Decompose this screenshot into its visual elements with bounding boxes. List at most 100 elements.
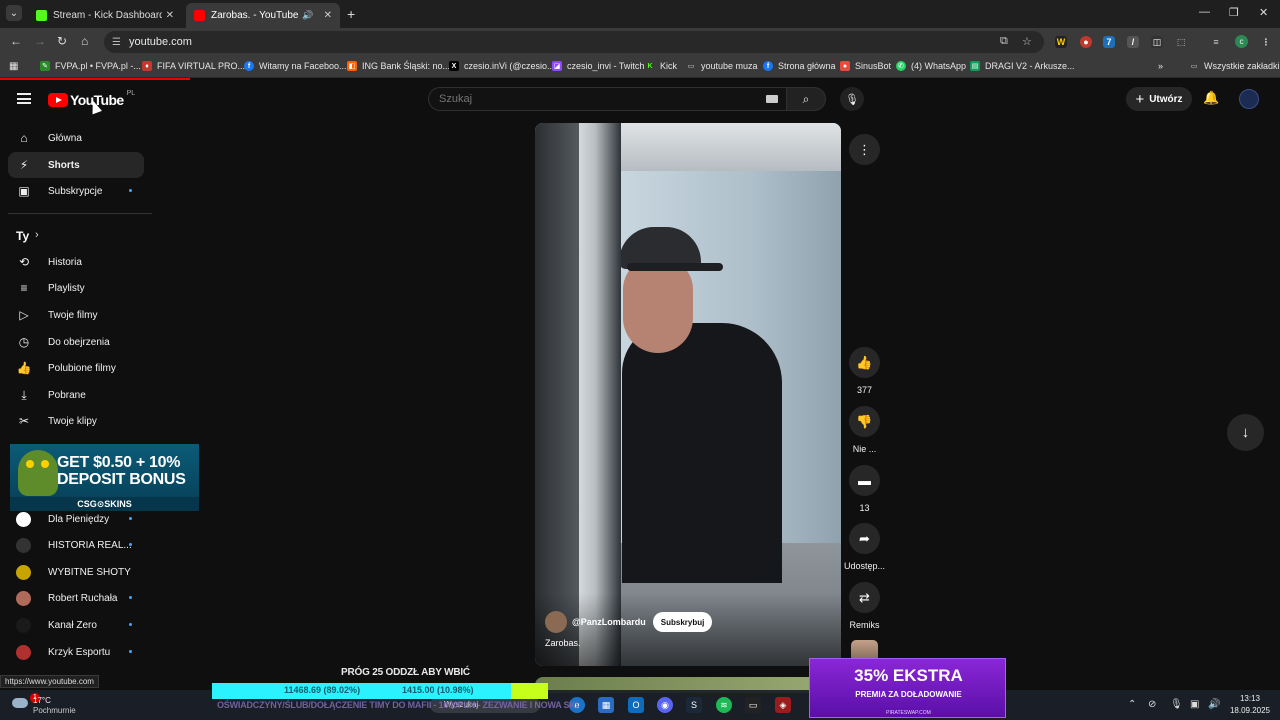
bookmark-ing[interactable]: ◧ ING Bank Śląski: no...: [347, 61, 450, 71]
steam-icon[interactable]: S: [686, 697, 702, 713]
close-tab-icon[interactable]: ✕: [166, 10, 174, 21]
discord-icon[interactable]: ◉: [657, 697, 673, 713]
close-tab-icon[interactable]: ✕: [324, 10, 332, 21]
more-bookmarks-chevron-icon[interactable]: »: [1158, 61, 1163, 71]
sidebar-item-home[interactable]: ⌂ Główna: [8, 125, 144, 151]
bookmark-twitch[interactable]: ◪ czesio_invi - Twitch: [552, 61, 644, 71]
extension-w-icon[interactable]: W: [1055, 36, 1067, 48]
reading-list-icon[interactable]: ≡: [1210, 36, 1222, 48]
extension-red-icon[interactable]: ●: [1080, 36, 1092, 48]
install-app-icon[interactable]: ⧉: [1000, 35, 1008, 48]
search-input[interactable]: [439, 93, 739, 105]
more-options-button[interactable]: ⋮: [849, 134, 880, 165]
extensions-puzzle-icon[interactable]: ⬚: [1175, 36, 1187, 48]
bookmark-strona-glowna[interactable]: f Strona główna: [763, 61, 836, 71]
dislike-button[interactable]: 👎: [849, 406, 880, 437]
tab-search-button[interactable]: ⌄: [6, 5, 22, 21]
volume-icon[interactable]: 🔊: [1208, 699, 1220, 710]
sidebar-item-your-videos[interactable]: ▷ Twoje filmy: [8, 302, 144, 328]
microphone-tray-icon[interactable]: 🎙: [1170, 699, 1183, 710]
create-button[interactable]: + Utwórz: [1126, 87, 1192, 111]
subscribe-button[interactable]: Subskrybuj: [652, 612, 713, 632]
address-bar[interactable]: ☰ youtube.com: [104, 31, 1044, 53]
extension-7tv-icon[interactable]: 7: [1103, 36, 1115, 48]
app-red-icon[interactable]: ◈: [775, 697, 791, 713]
minimize-icon[interactable]: —: [1199, 6, 1210, 18]
reload-icon[interactable]: ↻: [57, 34, 67, 48]
comments-action[interactable]: ▬ 13: [849, 465, 880, 513]
like-action[interactable]: 👍 377: [849, 347, 880, 395]
next-short-button[interactable]: ↓: [1227, 414, 1264, 451]
taskbar-clock[interactable]: 13:13 18.09.2025: [1226, 693, 1274, 717]
store-icon[interactable]: ▦: [598, 697, 614, 713]
bookmark-facebook[interactable]: f Witamy na Faceboo...: [244, 61, 347, 71]
dislike-action[interactable]: 👎 Nie ...: [849, 406, 880, 454]
spotify-icon[interactable]: ≋: [716, 697, 732, 713]
tab-youtube[interactable]: Zarobas. - YouTube 🔊 ✕: [186, 3, 340, 28]
remix-action[interactable]: ⇄ Remiks: [849, 582, 880, 630]
subscription-item[interactable]: Krzyk Esportu: [8, 639, 144, 665]
new-tab-plus-icon[interactable]: +: [347, 6, 355, 22]
bookmark-star-icon[interactable]: ☆: [1022, 35, 1032, 48]
back-arrow-icon[interactable]: ←: [10, 34, 22, 48]
hamburger-menu-icon[interactable]: [17, 93, 31, 104]
like-button[interactable]: 👍: [849, 347, 880, 378]
comments-button[interactable]: ▬: [849, 465, 880, 496]
remix-button[interactable]: ⇄: [849, 582, 880, 613]
tray-chevron-icon[interactable]: ⌃: [1128, 699, 1136, 710]
shorts-video-player[interactable]: @PanzLombardu Subskrybuj Zarobas.: [535, 123, 841, 666]
account-avatar[interactable]: [1239, 89, 1259, 109]
search-button[interactable]: ⌕: [786, 87, 826, 111]
close-window-icon[interactable]: ✕: [1259, 6, 1268, 19]
sidebar-item-watch-later[interactable]: ◷ Do obejrzenia: [8, 329, 144, 355]
extension-gray-icon[interactable]: ◫: [1151, 36, 1163, 48]
extension-slash-icon[interactable]: /: [1127, 36, 1139, 48]
notifications-bell-icon[interactable]: 🔔: [1203, 90, 1219, 106]
profile-avatar[interactable]: c: [1235, 35, 1248, 48]
bookmark-fifa[interactable]: ♦ FIFA VIRTUAL PRO...: [142, 61, 245, 71]
subscription-item[interactable]: HISTORIA REAL...: [8, 532, 144, 558]
share-action[interactable]: ➦ Udostęp...: [844, 523, 885, 571]
display-icon[interactable]: ▣: [1190, 699, 1199, 710]
you-section-title[interactable]: Ty: [16, 229, 29, 243]
keyboard-icon[interactable]: [766, 95, 778, 103]
share-button[interactable]: ➦: [849, 523, 880, 554]
bookmark-sinusbot[interactable]: ● SinusBot: [840, 61, 891, 71]
bookmark-whatsapp[interactable]: ✆ (4) WhatsApp: [896, 61, 966, 71]
channel-avatar[interactable]: [545, 611, 567, 633]
search-box[interactable]: [428, 87, 789, 111]
terminal-icon[interactable]: ▭: [745, 697, 761, 713]
subscription-item[interactable]: Kanał Zero: [8, 612, 144, 638]
tab-kick-dashboard[interactable]: Stream - Kick Dashboard ✕: [28, 3, 182, 28]
sidebar-item-liked-videos[interactable]: 👍 Polubione filmy: [8, 355, 144, 381]
network-icon[interactable]: ⊘: [1148, 699, 1156, 710]
bookmark-kick[interactable]: K Kick: [645, 61, 677, 71]
sidebar-item-playlists[interactable]: ≡ Playlisty: [8, 275, 144, 301]
sidebar-item-downloads[interactable]: ⤓ Pobrane: [8, 382, 144, 408]
csgskins-ad-banner[interactable]: GET $0.50 + 10% DEPOSIT BONUS CSG⊙SKINS: [10, 444, 199, 511]
sidebar-item-shorts[interactable]: ⚡ Shorts: [8, 152, 144, 178]
all-bookmarks[interactable]: ▭ Wszystkie zakładki: [1189, 61, 1280, 71]
bookmark-x[interactable]: Xczesio.inVi (@czesio...: [449, 61, 555, 71]
chevron-right-icon[interactable]: ›: [35, 229, 39, 241]
weather-widget[interactable]: 1 17°C Pochmurnie: [10, 692, 110, 718]
bookmark-dragi[interactable]: ▤ DRAGI V2 - Arkusze...: [970, 61, 1075, 71]
home-icon[interactable]: ⌂: [81, 34, 88, 48]
bookmark-youtube-muza[interactable]: ▭ youtube muza: [686, 61, 758, 71]
voice-search-button[interactable]: 🎙: [840, 87, 864, 111]
sidebar-item-history[interactable]: ⟲ Historia: [8, 249, 144, 275]
channel-handle[interactable]: @PanzLombardu: [572, 617, 646, 627]
bookmark-fvpa[interactable]: ✎ FVPA.pl • FVPA.pl -...: [40, 61, 141, 71]
restore-icon[interactable]: ❐: [1229, 6, 1239, 19]
apps-grid-icon[interactable]: ▦: [9, 61, 18, 72]
outlook-icon[interactable]: O: [628, 697, 644, 713]
subscription-item[interactable]: Robert Ruchała: [8, 585, 144, 611]
speaker-icon[interactable]: 🔊: [302, 10, 313, 21]
pirateswap-promo-banner[interactable]: 35% EKSTRA PREMIA ZA DOŁADOWANIE PIRATES…: [809, 658, 1006, 718]
browser-menu-icon[interactable]: ⋮: [1260, 36, 1272, 48]
forward-arrow-icon[interactable]: →: [34, 34, 46, 48]
sidebar-item-your-clips[interactable]: ✂ Twoje klipy: [8, 408, 144, 434]
short-title[interactable]: Zarobas.: [545, 638, 581, 648]
subscription-item[interactable]: WYBITNE SHOTY: [8, 559, 144, 585]
site-settings-icon[interactable]: ☰: [112, 37, 121, 48]
